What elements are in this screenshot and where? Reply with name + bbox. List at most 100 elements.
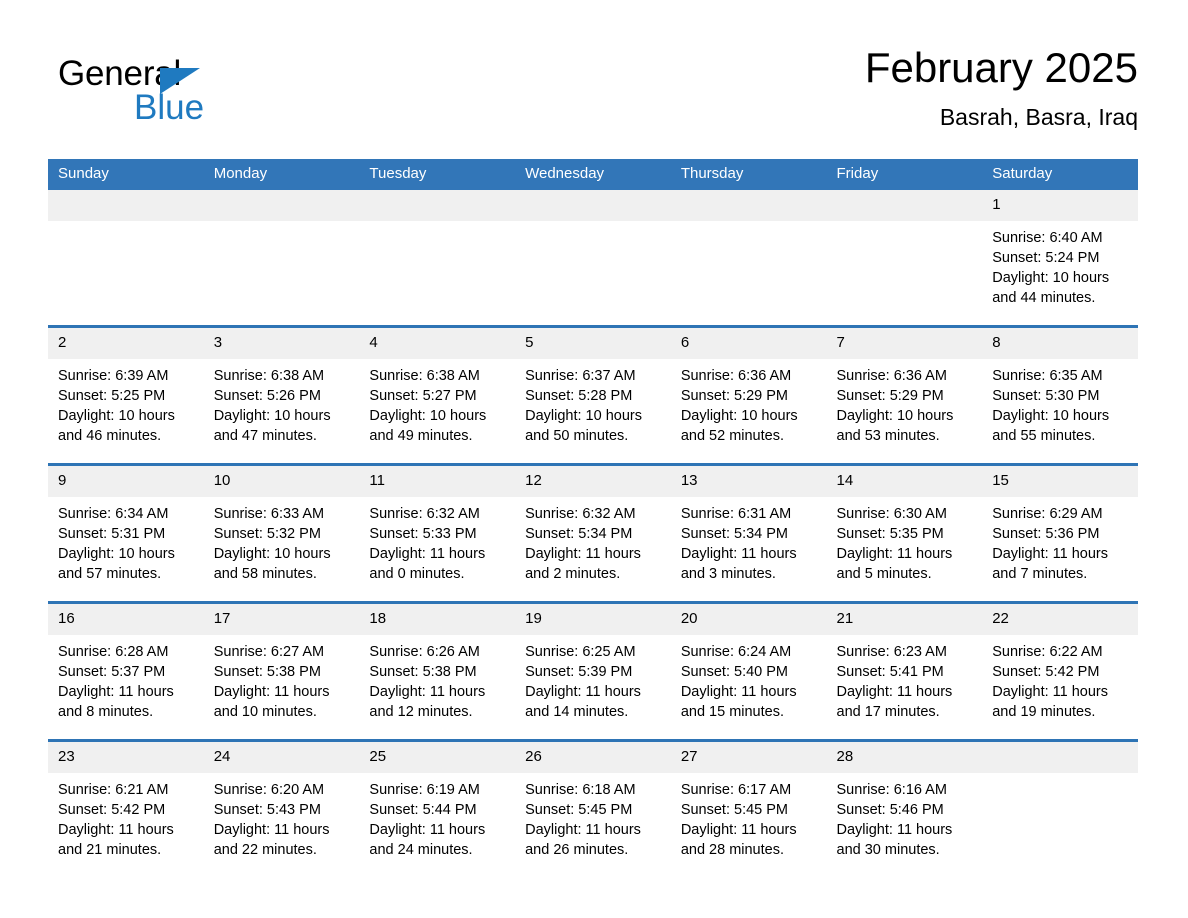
calendar-day-cell[interactable]: 1 Sunrise: 6:40 AM Sunset: 5:24 PM Daylight…	[982, 190, 1138, 327]
day-number: 20	[670, 604, 827, 635]
daylight-text: Daylight: 11 hours and 5 minutes.	[836, 546, 953, 582]
calendar-day-cell[interactable]: 17 Sunrise: 6:27 AM Sunset: 5:38 PM Dayligh…	[203, 601, 360, 741]
day-number: 8	[982, 328, 1138, 359]
day-number: 4	[359, 328, 516, 359]
day-sun-info: Sunrise: 6:19 AM Sunset: 5:44 PM Daylight:…	[359, 773, 515, 860]
calendar-day-cell[interactable]: 16 Sunrise: 6:28 AM Sunset: 5:37 PM Dayligh…	[48, 601, 204, 741]
calendar-week-row: 16 Sunrise: 6:28 AM Sunset: 5:37 PM Dayligh…	[48, 601, 1138, 741]
daylight-text: Daylight: 11 hours and 19 minutes.	[992, 684, 1109, 720]
calendar-day-cell[interactable]: 21 Sunrise: 6:23 AM Sunset: 5:41 PM Dayligh…	[826, 601, 983, 741]
day-sun-info: Sunrise: 6:25 AM Sunset: 5:39 PM Daylight:…	[515, 635, 671, 722]
calendar-day-cell[interactable]: 26 Sunrise: 6:18 AM Sunset: 5:45 PM Dayligh…	[515, 739, 671, 877]
day-number: 3	[203, 328, 360, 359]
daylight-text: Daylight: 11 hours and 30 minutes.	[836, 822, 953, 858]
day-number	[826, 190, 983, 221]
sunset-text: Sunset: 5:40 PM	[680, 664, 789, 680]
calendar-week-row: 2 Sunrise: 6:39 AM Sunset: 5:25 PM Daylight…	[48, 325, 1138, 465]
sunrise-text: Sunrise: 6:35 AM	[992, 368, 1103, 384]
sunset-text: Sunset: 5:32 PM	[213, 526, 321, 542]
calendar-day-cell[interactable]: 28 Sunrise: 6:16 AM Sunset: 5:46 PM Dayligh…	[826, 739, 983, 877]
calendar-day-cell[interactable]: 14 Sunrise: 6:30 AM Sunset: 5:35 PM Dayligh…	[826, 463, 983, 603]
calendar-day-cell[interactable]: 19 Sunrise: 6:25 AM Sunset: 5:39 PM Dayligh…	[515, 601, 671, 741]
daylight-text: Daylight: 11 hours and 8 minutes.	[58, 684, 174, 720]
calendar-day-cell-empty	[359, 190, 516, 327]
sunrise-text: Sunrise: 6:33 AM	[213, 506, 325, 522]
calendar-day-cell[interactable]: 27 Sunrise: 6:17 AM Sunset: 5:45 PM Dayligh…	[670, 739, 827, 877]
day-number: 22	[982, 604, 1138, 635]
day-sun-info: Sunrise: 6:27 AM Sunset: 5:38 PM Daylight:…	[204, 635, 360, 722]
sunset-text: Sunset: 5:31 PM	[58, 526, 166, 542]
calendar-day-cell[interactable]: 6 Sunrise: 6:36 AM Sunset: 5:29 PM Daylight…	[670, 325, 827, 465]
sunrise-text: Sunrise: 6:40 AM	[992, 230, 1103, 246]
calendar-day-cell[interactable]: 8 Sunrise: 6:35 AM Sunset: 5:30 PM Daylight…	[982, 325, 1138, 465]
calendar-day-cell[interactable]: 25 Sunrise: 6:19 AM Sunset: 5:44 PM Dayligh…	[359, 739, 516, 877]
day-number: 13	[670, 466, 827, 497]
calendar-day-cell-empty	[982, 739, 1138, 877]
sunset-text: Sunset: 5:45 PM	[680, 802, 789, 818]
calendar-day-cell[interactable]: 9 Sunrise: 6:34 AM Sunset: 5:31 PM Daylight…	[48, 463, 204, 603]
sunset-text: Sunset: 5:39 PM	[525, 664, 633, 680]
sunrise-text: Sunrise: 6:17 AM	[680, 782, 792, 798]
daylight-text: Daylight: 10 hours and 58 minutes.	[213, 546, 331, 582]
sunrise-text: Sunrise: 6:23 AM	[836, 644, 947, 660]
calendar-day-cell[interactable]: 22 Sunrise: 6:22 AM Sunset: 5:42 PM Dayligh…	[982, 601, 1138, 741]
calendar-day-cell[interactable]: 4 Sunrise: 6:38 AM Sunset: 5:27 PM Daylight…	[359, 325, 516, 465]
daylight-text: Daylight: 11 hours and 7 minutes.	[992, 546, 1109, 582]
calendar-day-cell[interactable]: 12 Sunrise: 6:32 AM Sunset: 5:34 PM Dayligh…	[515, 463, 671, 603]
day-number: 9	[48, 466, 204, 497]
sunset-text: Sunset: 5:44 PM	[369, 802, 477, 818]
sunset-text: Sunset: 5:38 PM	[213, 664, 321, 680]
daylight-text: Daylight: 10 hours and 55 minutes.	[992, 408, 1110, 444]
calendar-day-cell[interactable]: 13 Sunrise: 6:31 AM Sunset: 5:34 PM Dayligh…	[670, 463, 827, 603]
sunset-text: Sunset: 5:38 PM	[369, 664, 477, 680]
day-number: 17	[203, 604, 360, 635]
day-sun-info: Sunrise: 6:39 AM Sunset: 5:25 PM Daylight:…	[48, 359, 204, 446]
sunset-text: Sunset: 5:36 PM	[992, 526, 1100, 542]
sunset-text: Sunset: 5:29 PM	[836, 388, 944, 404]
day-number: 19	[515, 604, 671, 635]
calendar-day-cell[interactable]: 20 Sunrise: 6:24 AM Sunset: 5:40 PM Dayligh…	[670, 601, 827, 741]
daylight-text: Daylight: 10 hours and 50 minutes.	[525, 408, 642, 444]
calendar-day-cell[interactable]: 24 Sunrise: 6:20 AM Sunset: 5:43 PM Dayligh…	[203, 739, 360, 877]
sunrise-text: Sunrise: 6:25 AM	[525, 644, 636, 660]
calendar-day-cell[interactable]: 15 Sunrise: 6:29 AM Sunset: 5:36 PM Dayligh…	[982, 463, 1138, 603]
daylight-text: Daylight: 11 hours and 26 minutes.	[525, 822, 641, 858]
sunset-text: Sunset: 5:35 PM	[836, 526, 944, 542]
logo-text-blue: Blue	[134, 88, 205, 127]
calendar-day-cell[interactable]: 18 Sunrise: 6:26 AM Sunset: 5:38 PM Dayligh…	[359, 601, 516, 741]
calendar-day-cell[interactable]: 10 Sunrise: 6:33 AM Sunset: 5:32 PM Dayligh…	[203, 463, 360, 603]
weekday-header-tuesday: Tuesday	[359, 159, 516, 190]
calendar-week-row: 23 Sunrise: 6:21 AM Sunset: 5:42 PM Dayligh…	[48, 739, 1138, 877]
calendar-day-cell[interactable]: 2 Sunrise: 6:39 AM Sunset: 5:25 PM Daylight…	[48, 325, 204, 465]
calendar-day-cell[interactable]: 23 Sunrise: 6:21 AM Sunset: 5:42 PM Dayligh…	[48, 739, 204, 877]
daylight-text: Daylight: 10 hours and 53 minutes.	[836, 408, 954, 444]
sunset-text: Sunset: 5:30 PM	[992, 388, 1100, 404]
daylight-text: Daylight: 10 hours and 46 minutes.	[58, 408, 175, 444]
daylight-text: Daylight: 10 hours and 44 minutes.	[992, 270, 1110, 306]
calendar-day-cell[interactable]: 7 Sunrise: 6:36 AM Sunset: 5:29 PM Daylight…	[826, 325, 983, 465]
calendar-day-cell[interactable]: 3 Sunrise: 6:38 AM Sunset: 5:26 PM Daylight…	[203, 325, 360, 465]
title-block: February 2025 Basrah, Basra, Iraq	[865, 42, 1138, 132]
page-header: General Blue February 2025 Basrah, Basra…	[48, 42, 1138, 152]
day-sun-info: Sunrise: 6:28 AM Sunset: 5:37 PM Daylight:…	[48, 635, 204, 722]
sunrise-text: Sunrise: 6:29 AM	[992, 506, 1103, 522]
day-number: 18	[359, 604, 516, 635]
day-sun-info: Sunrise: 6:31 AM Sunset: 5:34 PM Daylight:…	[671, 497, 827, 584]
sunrise-text: Sunrise: 6:20 AM	[213, 782, 325, 798]
daylight-text: Daylight: 11 hours and 10 minutes.	[213, 684, 330, 720]
calendar-day-cell[interactable]: 11 Sunrise: 6:32 AM Sunset: 5:33 PM Dayligh…	[359, 463, 516, 603]
calendar-day-cell-empty	[670, 190, 827, 327]
calendar-day-cell-empty	[515, 190, 671, 327]
day-number	[203, 190, 360, 221]
calendar-day-cell[interactable]: 5 Sunrise: 6:37 AM Sunset: 5:28 PM Daylight…	[515, 325, 671, 465]
sunrise-text: Sunrise: 6:37 AM	[525, 368, 636, 384]
sunset-text: Sunset: 5:26 PM	[213, 388, 321, 404]
sunset-text: Sunset: 5:43 PM	[213, 802, 321, 818]
day-number: 14	[826, 466, 983, 497]
day-sun-info: Sunrise: 6:35 AM Sunset: 5:30 PM Daylight:…	[982, 359, 1138, 446]
daylight-text: Daylight: 10 hours and 52 minutes.	[680, 408, 798, 444]
weekday-header-monday: Monday	[203, 159, 360, 190]
day-number: 21	[826, 604, 983, 635]
generalblue-logo: General Blue	[58, 54, 318, 140]
sunset-text: Sunset: 5:45 PM	[525, 802, 633, 818]
